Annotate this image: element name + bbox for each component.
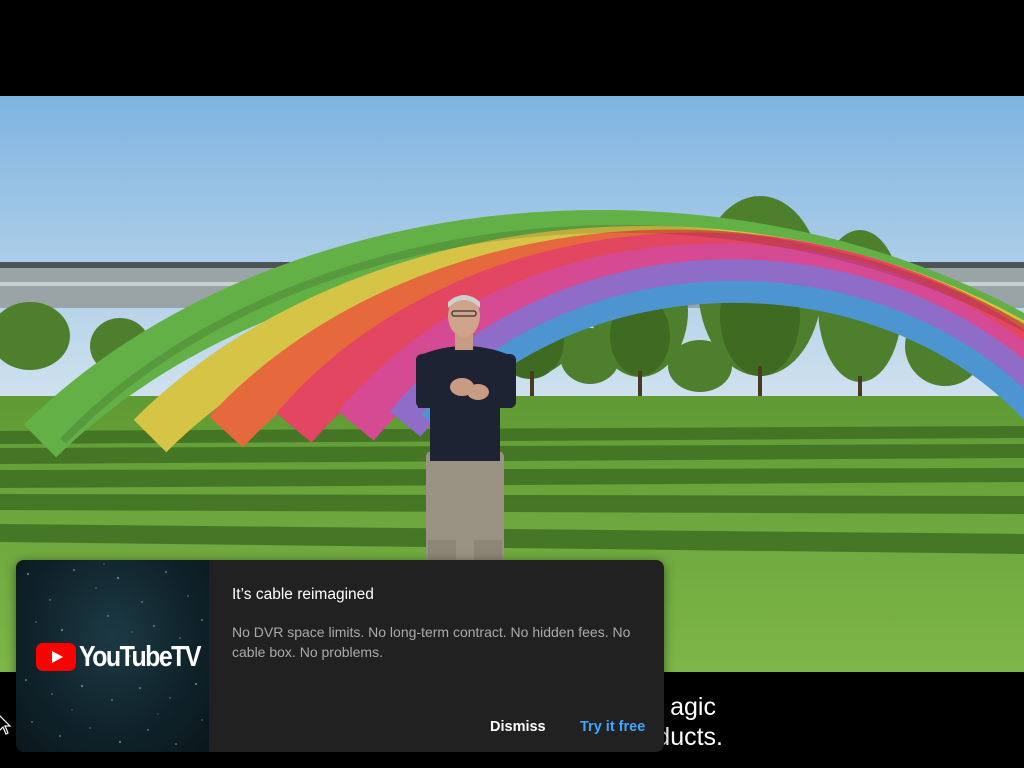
try-it-free-button[interactable]: Try it free <box>570 712 655 742</box>
promo-thumbnail: YouTubeTV <box>16 560 209 752</box>
dismiss-button[interactable]: Dismiss <box>480 712 556 742</box>
brand-name: YouTubeTV <box>79 640 201 673</box>
mouse-cursor-icon <box>0 715 12 735</box>
youtube-tv-promo-dialog: YouTubeTV It’s cable reimagined No DVR s… <box>16 560 664 752</box>
promo-body: No DVR space limits. No long-term contra… <box>232 624 631 660</box>
youtube-play-icon <box>36 643 76 671</box>
page: agic ducts. YouTubeTV It’s cable reimagi… <box>0 0 1024 768</box>
promo-title: It’s cable reimagined <box>232 586 374 603</box>
youtube-tv-logo: YouTubeTV <box>36 640 209 674</box>
